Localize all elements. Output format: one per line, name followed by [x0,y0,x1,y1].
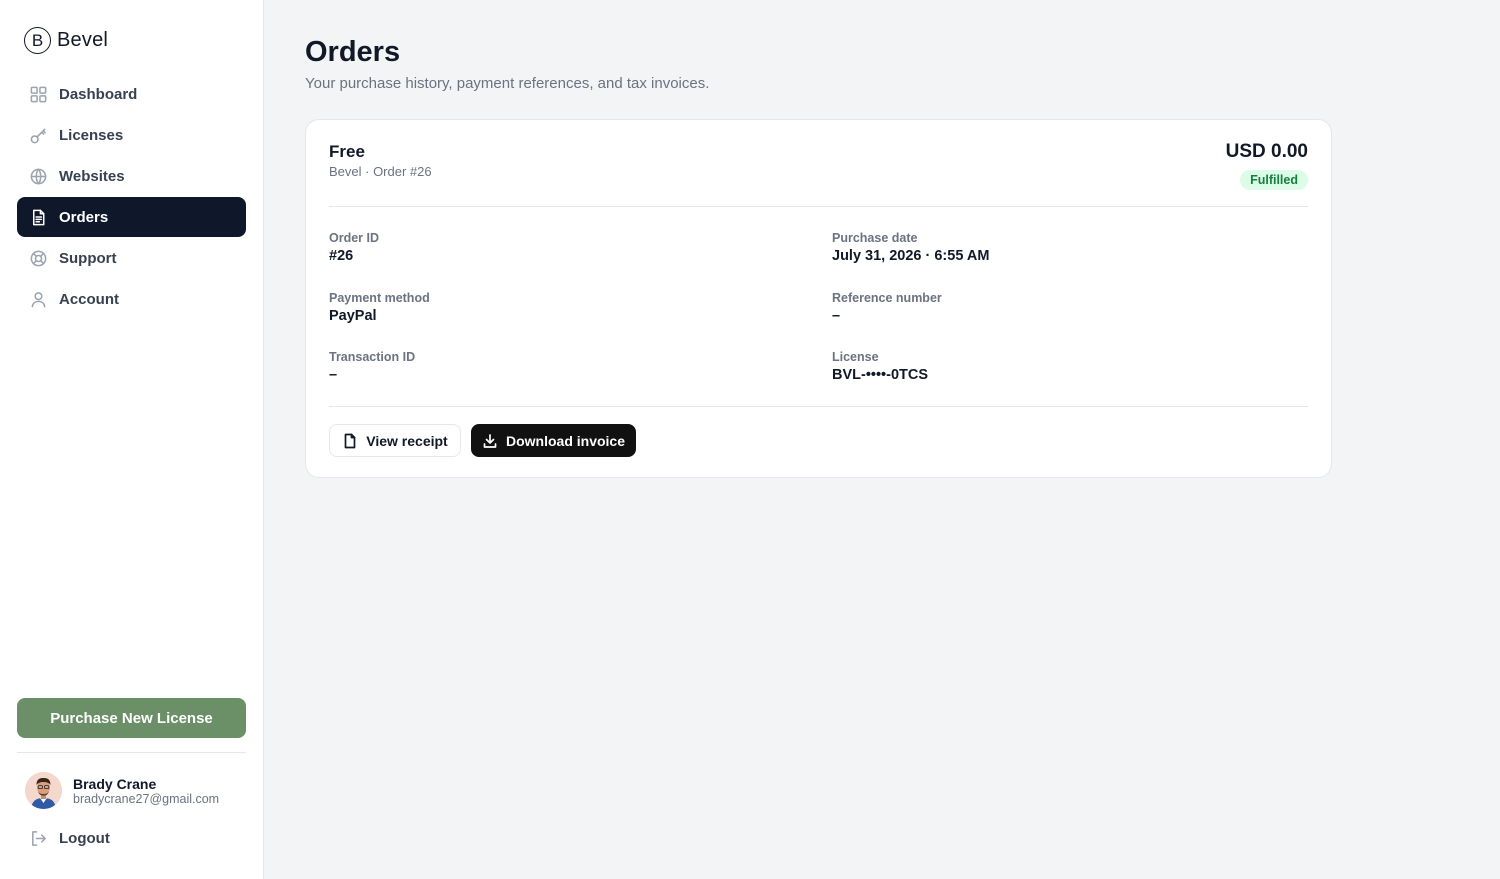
license-value: BVL-••••-0TCS [832,367,929,383]
sidebar-item-support[interactable]: Support [17,238,246,278]
sidebar-nav: Dashboard Licenses Websites Orders Suppo… [17,74,246,320]
sidebar-item-account[interactable]: Account [17,279,246,319]
grid-icon [29,85,48,104]
download-invoice-button[interactable]: Download invoice [471,424,636,457]
logo-mark-icon: B [24,27,51,54]
sidebar-item-label: Websites [59,167,125,185]
user-icon [29,290,48,309]
sidebar-item-licenses[interactable]: Licenses [17,115,246,155]
payment-method-label: Payment method [329,291,430,305]
order-id-label: Order ID [329,231,380,245]
sidebar: B Bevel Dashboard Licenses Websites Orde… [0,0,264,879]
order-id-value: #26 [329,248,354,264]
divider [329,206,1308,207]
globe-icon [29,167,48,186]
user-profile[interactable]: Brady Crane bradycrane27@gmail.com [25,772,219,809]
sidebar-item-websites[interactable]: Websites [17,156,246,196]
brand-logo[interactable]: B Bevel [24,27,108,54]
avatar [25,772,62,809]
transaction-id-label: Transaction ID [329,350,416,364]
plan-name: Free [329,142,365,161]
logout-icon [32,831,46,846]
download-invoice-label: Download invoice [505,432,625,449]
sidebar-item-label: Support [59,249,117,267]
divider [329,406,1308,407]
reference-number-value: – [832,308,841,324]
sidebar-divider [17,752,246,753]
license-label: License [832,350,879,364]
sidebar-item-label: Dashboard [59,85,138,103]
purchase-date-label: Purchase date [832,231,918,245]
logout-label: Logout [59,830,110,847]
key-icon [29,126,48,145]
sidebar-item-label: Orders [59,208,109,226]
payment-method-field: Payment method PayPal [329,290,430,326]
document-icon [29,208,48,227]
page-title: Orders [305,36,401,68]
download-icon [483,433,497,448]
logout-button[interactable]: Logout [29,829,110,848]
purchase-new-license-button[interactable]: Purchase New License [17,698,246,738]
view-receipt-button[interactable]: View receipt [329,424,461,457]
order-meta: Bevel · Order #26 [329,164,432,179]
sidebar-item-dashboard[interactable]: Dashboard [17,74,246,114]
order-amount: USD 0.00 [1225,141,1308,162]
sidebar-item-label: Account [59,290,119,308]
order-id-field: Order ID #26 [329,230,379,266]
purchase-date-value: July 31, 2026 · 6:55 AM [832,248,990,264]
status-badge: Fulfilled [1240,170,1308,190]
reference-number-field: Reference number – [832,290,942,326]
license-field: License BVL-••••-0TCS [832,349,928,385]
transaction-id-field: Transaction ID – [329,349,415,385]
sidebar-item-orders[interactable]: Orders [17,197,246,237]
sidebar-item-label: Licenses [59,126,124,144]
transaction-id-value: – [329,367,338,383]
brand-name: Bevel [57,29,109,51]
user-name: Brady Crane [73,775,157,792]
lifebuoy-icon [29,249,48,268]
view-receipt-label: View receipt [366,432,448,449]
purchase-date-field: Purchase date July 31, 2026 · 6:55 AM [832,230,989,266]
file-icon [344,433,356,448]
order-card: Free Bevel · Order #26 USD 0.00 Fulfille… [305,119,1332,478]
user-email: bradycrane27@gmail.com [73,791,220,806]
page-subtitle: Your purchase history, payment reference… [305,75,710,92]
payment-method-value: PayPal [329,308,377,324]
reference-number-label: Reference number [832,291,942,305]
